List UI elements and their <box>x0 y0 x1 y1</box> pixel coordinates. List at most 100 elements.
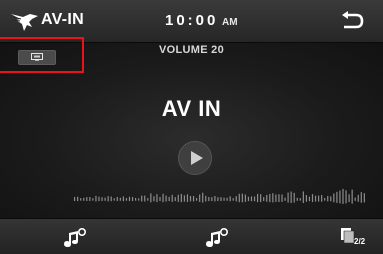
waveform-bar <box>321 195 323 202</box>
waveform-bar <box>330 196 332 202</box>
eagle-logo-icon <box>11 14 38 31</box>
av-in-screen: AV-IN 10:00 AM VOLUME 20 AV IN 2/2 <box>0 0 383 254</box>
waveform-bar <box>293 192 295 203</box>
waveform-bar <box>308 196 311 202</box>
waveform-bar <box>214 195 216 202</box>
volume-label: VOLUME 20 <box>158 44 225 56</box>
waveform-bar <box>333 193 335 203</box>
waveform-bar <box>113 198 115 201</box>
waveform-bar <box>135 197 137 201</box>
source-title: AV-IN <box>41 11 84 28</box>
waveform-bar <box>220 197 222 201</box>
waveform-bar <box>348 194 350 203</box>
waveform-bar <box>168 196 170 202</box>
waveform-bar <box>223 197 225 201</box>
waveform-bar <box>107 196 109 202</box>
waveform-bar <box>177 194 179 202</box>
waveform-bar <box>363 193 365 203</box>
page-indicator: 2/2 <box>354 237 366 246</box>
waveform-bar <box>296 197 298 201</box>
waveform-bar <box>116 197 118 202</box>
waveform-bar <box>357 194 359 202</box>
waveform-bar <box>122 196 124 202</box>
waveform-bar <box>147 198 149 201</box>
waveform-bar <box>284 197 286 201</box>
waveform-bar <box>125 198 128 201</box>
waveform-bar <box>211 197 213 201</box>
waveform-bar <box>260 194 262 203</box>
waveform-bar <box>351 189 353 204</box>
waveform-bar <box>180 193 182 203</box>
music-settings-icon[interactable] <box>202 225 230 249</box>
waveform-bar <box>281 194 283 202</box>
waveform-bar <box>311 194 314 203</box>
clock-ampm: AM <box>222 17 238 28</box>
waveform-bar <box>290 191 292 203</box>
waveform-bar <box>318 195 320 202</box>
waveform-bar <box>354 197 356 201</box>
waveform-bar <box>162 193 164 203</box>
waveform-bar <box>199 194 201 202</box>
waveform-bar <box>266 194 268 202</box>
waveform-bar <box>128 196 131 202</box>
waveform-bar <box>138 198 140 201</box>
waveform-bar <box>244 194 246 202</box>
waveform-bar <box>202 192 204 203</box>
waveform-bar <box>229 196 231 202</box>
waveform-bar <box>131 197 134 202</box>
waveform-bar <box>189 195 192 202</box>
waveform-bar <box>192 196 195 202</box>
waveform-bar <box>299 198 301 201</box>
waveform-bar <box>104 197 106 201</box>
play-icon[interactable] <box>177 140 213 176</box>
waveform-bar <box>360 192 362 203</box>
waveform-bar <box>101 197 103 201</box>
waveform-bar <box>150 193 152 203</box>
clock-time: 10:00 <box>165 12 219 29</box>
source-main-title: AV IN <box>161 96 222 121</box>
waveform-bar <box>275 194 277 202</box>
waveform-bar <box>235 196 237 202</box>
bottom-bar: 2/2 <box>0 218 383 254</box>
back-arrow-icon[interactable] <box>338 10 366 34</box>
waveform-bar <box>241 193 243 203</box>
waveform-bar <box>263 197 265 202</box>
waveform-bar <box>119 197 121 201</box>
waveform-bar <box>238 193 240 203</box>
waveform-bar <box>74 197 76 202</box>
music-settings-icon[interactable] <box>60 225 88 249</box>
waveform-bar <box>269 193 271 203</box>
waveform-bar <box>324 197 326 201</box>
waveform-bar <box>171 194 173 202</box>
waveform-bar <box>110 196 112 202</box>
waveform-bar <box>98 196 100 202</box>
waveform-bar <box>165 195 167 202</box>
waveform-bar <box>247 196 250 202</box>
waveform-bar <box>257 193 259 203</box>
waveform-bar <box>83 197 85 201</box>
waveform-bar <box>156 194 158 203</box>
waveform-bar <box>305 194 307 202</box>
waveform-bar <box>336 191 338 203</box>
waveform-bar <box>278 194 280 203</box>
waveform-bar <box>95 195 97 202</box>
waveform-bar <box>153 196 155 202</box>
waveform-bar <box>250 196 253 202</box>
waveform-bar <box>205 195 207 202</box>
page-indicator-button[interactable]: 2/2 <box>340 227 374 251</box>
waveform-bar <box>174 197 176 202</box>
waveform-bar <box>339 190 341 204</box>
waveform-bar <box>186 194 189 203</box>
waveform-bar <box>86 197 88 201</box>
waveform-bar <box>159 196 161 202</box>
waveform-bar <box>77 196 79 202</box>
waveform-bar <box>144 195 146 202</box>
waveform-bar <box>287 192 289 203</box>
audio-waveform <box>74 188 365 204</box>
waveform-bar <box>253 196 256 202</box>
waveform-bar <box>92 198 94 201</box>
waveform-bar <box>80 198 82 201</box>
waveform-bar <box>208 197 210 202</box>
waveform-bar <box>342 188 344 204</box>
waveform-bar <box>217 197 219 201</box>
